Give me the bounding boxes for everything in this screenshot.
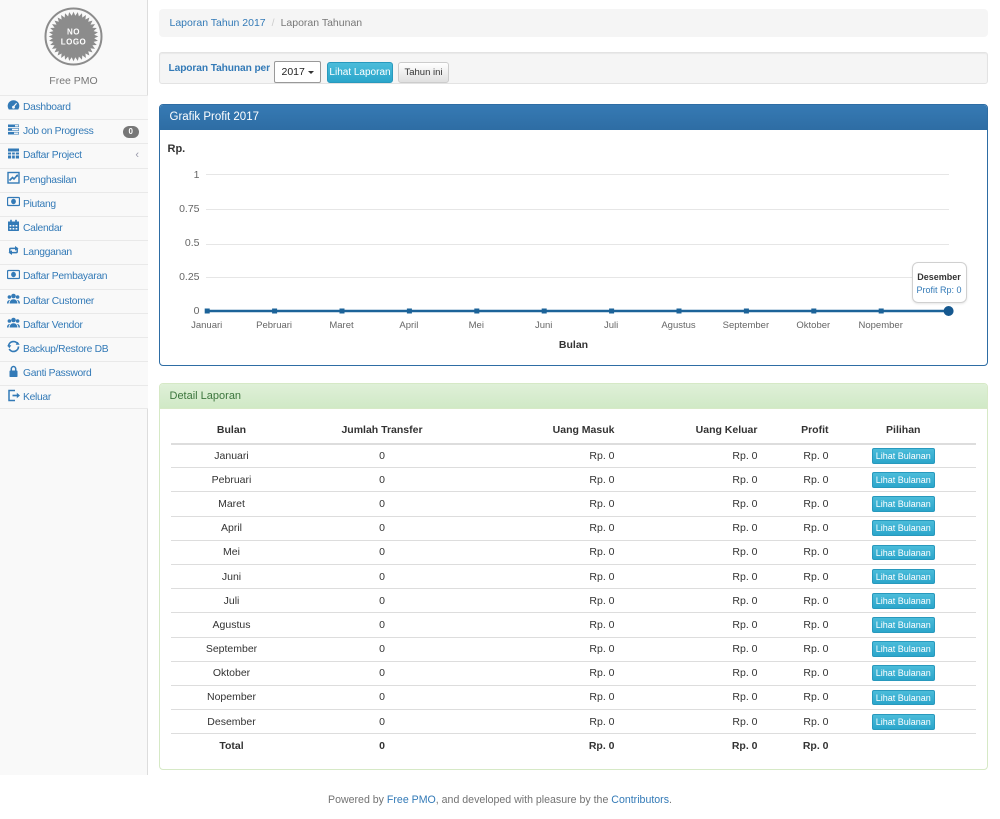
svg-text:NO: NO: [67, 28, 80, 37]
svg-text:LOGO: LOGO: [61, 38, 87, 47]
